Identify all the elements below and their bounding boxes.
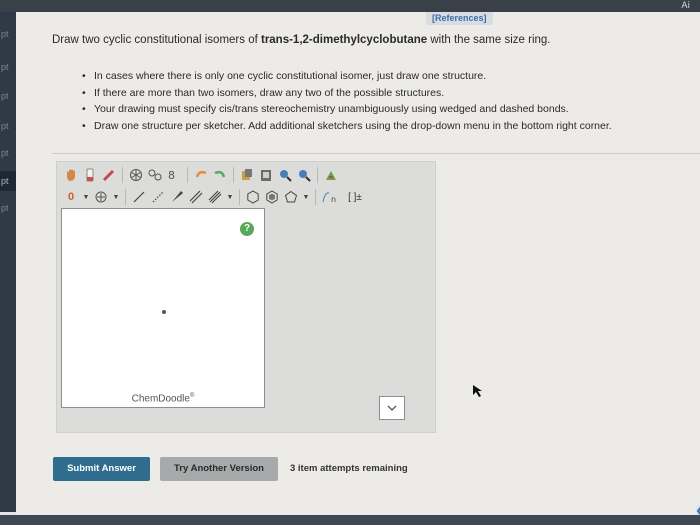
ring-template-icon[interactable]: [128, 167, 144, 183]
svg-text:8: 8: [168, 169, 175, 182]
pentagon-icon[interactable]: [283, 189, 299, 205]
clean-icon[interactable]: [323, 167, 339, 183]
single-bond-icon[interactable]: [131, 189, 147, 205]
divider: [52, 153, 700, 154]
sidebar-item[interactable]: pt: [0, 198, 16, 218]
sidebar-item[interactable]: pt: [0, 57, 16, 77]
benzene-icon[interactable]: [264, 189, 280, 205]
bottom-bar: [0, 515, 700, 525]
bracket-tool[interactable]: [ ]±: [344, 189, 366, 205]
add-sketcher-dropdown[interactable]: [379, 396, 405, 420]
sidebar-item-active[interactable]: pt: [0, 171, 16, 191]
triple-bond-icon[interactable]: [207, 189, 223, 205]
browser-top-bar: Ai: [0, 0, 700, 12]
hexagon-icon[interactable]: [245, 189, 261, 205]
repeat-unit-icon[interactable]: n: [321, 189, 341, 205]
sketcher-canvas[interactable]: ? ChemDoodle®: [61, 208, 265, 408]
instruction-item: Draw one structure per sketcher. Add add…: [82, 118, 612, 135]
hand-icon[interactable]: [63, 167, 79, 183]
chemdoodle-watermark: ChemDoodle®: [62, 393, 264, 404]
sketcher-toolbar-top: 8: [63, 166, 339, 184]
zoom-out-icon[interactable]: [296, 167, 312, 183]
redo-icon[interactable]: [212, 167, 228, 183]
chevron-down-icon[interactable]: ▼: [82, 189, 90, 205]
attempts-remaining: 3 item attempts remaining: [290, 463, 408, 474]
question-text: Draw two cyclic constitutional isomers o…: [52, 34, 551, 46]
instruction-item: If there are more than two isomers, draw…: [82, 85, 612, 102]
charge-tool[interactable]: 0: [63, 189, 79, 205]
toolbar-separator: [233, 167, 234, 183]
sidebar-item[interactable]: pt: [0, 143, 16, 163]
dashed-bond-icon[interactable]: [150, 189, 166, 205]
atom-add-icon[interactable]: [93, 189, 109, 205]
references-link[interactable]: [References]: [426, 12, 493, 25]
chain-icon[interactable]: [147, 167, 163, 183]
toolbar-separator: [315, 189, 316, 205]
question-prefix: Draw two cyclic constitutional isomers o…: [52, 34, 261, 46]
sidebar-item[interactable]: pt: [0, 24, 16, 44]
template-icon[interactable]: 8: [166, 167, 182, 183]
question-panel: [References] Draw two cyclic constitutio…: [16, 12, 700, 518]
zoom-in-icon[interactable]: [277, 167, 293, 183]
sketcher-toolbar-bottom: 0 ▼ ▼ ▼ ▼ n []±: [63, 188, 366, 206]
eraser-icon[interactable]: [82, 167, 98, 183]
toolbar-separator: [187, 167, 188, 183]
instructions-list: In cases where there is only one cyclic …: [82, 68, 612, 134]
double-bond-icon[interactable]: [188, 189, 204, 205]
chevron-down-icon[interactable]: ▼: [112, 189, 120, 205]
compound-name: trans-1,2-dimethylcyclobutane: [260, 34, 428, 46]
sketcher-panel: 8 0 ▼ ▼ ▼ ▼ n []± ? ChemDoodle®: [56, 161, 436, 433]
paste-icon[interactable]: [258, 167, 274, 183]
undo-icon[interactable]: [193, 167, 209, 183]
repeat-unit-label: n: [331, 195, 336, 204]
try-another-version-button[interactable]: Try Another Version: [160, 457, 278, 481]
submit-answer-button[interactable]: Submit Answer: [53, 457, 150, 481]
sidebar-item[interactable]: pt: [0, 116, 16, 136]
toolbar-separator: [122, 167, 123, 183]
brand-name: ChemDoodle: [131, 393, 190, 405]
instruction-item: In cases where there is only one cyclic …: [82, 68, 612, 85]
toolbar-separator: [239, 189, 240, 205]
toolbar-separator: [317, 167, 318, 183]
help-icon[interactable]: ?: [240, 222, 254, 236]
toolbar-separator: [125, 189, 126, 205]
chevron-down-icon[interactable]: ▼: [302, 189, 310, 205]
left-sidebar: pt pt pt pt pt pt pt: [0, 12, 16, 512]
chevron-down-icon: [387, 405, 397, 411]
sidebar-item[interactable]: pt: [0, 86, 16, 106]
brand-mark: ®: [189, 393, 195, 399]
wedge-bond-icon[interactable]: [169, 189, 185, 205]
mouse-cursor-icon: [473, 385, 482, 397]
top-right-label: Ai: [681, 1, 690, 11]
canvas-dot: [162, 310, 166, 314]
instruction-item: Your drawing must specify cis/trans ster…: [82, 101, 612, 118]
copy-icon[interactable]: [239, 167, 255, 183]
lasso-icon[interactable]: [101, 167, 117, 183]
chevron-down-icon[interactable]: ▼: [226, 189, 234, 205]
question-suffix: with the same size ring.: [427, 34, 551, 46]
